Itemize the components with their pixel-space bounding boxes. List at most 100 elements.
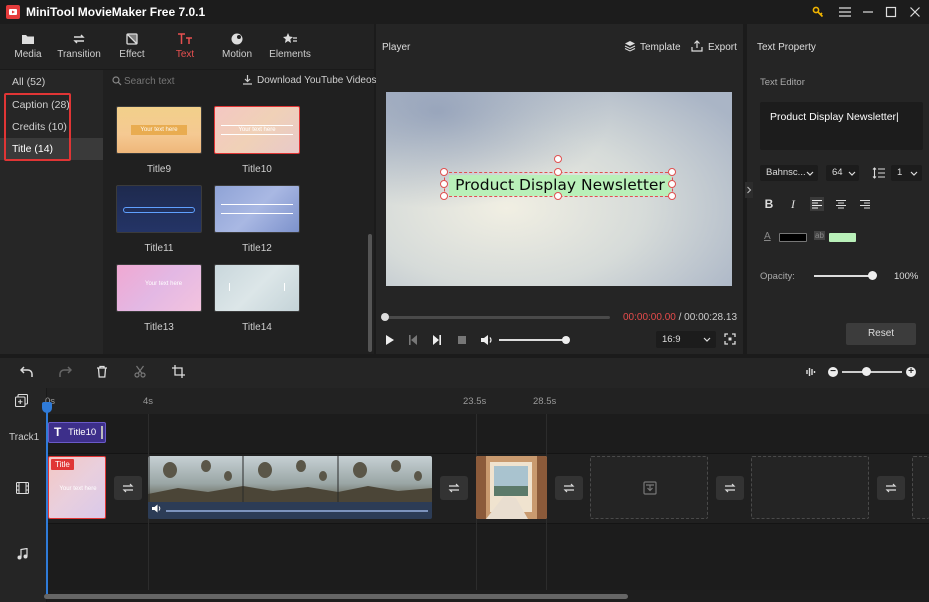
next-frame-icon[interactable] <box>432 334 442 346</box>
transition-slot[interactable] <box>877 476 905 500</box>
menu-icon[interactable] <box>836 3 854 21</box>
clip-volume-icon[interactable] <box>152 504 162 513</box>
zoom-in-icon[interactable]: + <box>906 367 916 377</box>
chevron-down-icon <box>848 171 856 176</box>
resize-handle[interactable] <box>440 192 448 200</box>
resize-handle[interactable] <box>668 192 676 200</box>
transition-slot[interactable] <box>114 476 142 500</box>
resize-handle[interactable] <box>668 180 676 188</box>
playhead-handle[interactable] <box>42 402 52 413</box>
rotate-handle[interactable] <box>554 155 562 163</box>
font-family-dropdown[interactable]: Bahnsc... <box>760 165 818 181</box>
template-thumb-title9[interactable]: Your text here <box>116 106 202 154</box>
template-label: Title12 <box>242 243 272 254</box>
text-color-swatch[interactable] <box>779 233 807 242</box>
video-clip-balloons[interactable] <box>148 456 432 519</box>
zoom-knob[interactable] <box>862 367 871 376</box>
zoom-slider[interactable] <box>842 371 902 373</box>
empty-clip-slot[interactable] <box>912 456 929 519</box>
tab-effect[interactable]: Effect <box>104 31 160 67</box>
app-logo-icon <box>6 5 20 19</box>
search-input[interactable] <box>124 74 224 88</box>
opacity-slider[interactable] <box>814 275 872 277</box>
add-track-icon[interactable] <box>15 394 28 407</box>
template-thumb-title11[interactable] <box>116 185 202 233</box>
template-thumb-title12[interactable] <box>214 185 300 233</box>
timeline-scrollbar[interactable] <box>44 594 628 599</box>
music-note-icon <box>17 548 28 560</box>
text-editor-field[interactable]: Product Display Newsletter| <box>760 102 923 150</box>
panel-collapse-toggle[interactable] <box>745 182 753 198</box>
track-headers <box>0 388 47 602</box>
minimize-icon[interactable] <box>859 3 877 21</box>
undo-icon[interactable] <box>20 366 34 378</box>
volume-slider[interactable] <box>499 339 565 341</box>
download-youtube-link[interactable]: Download YouTube Videos <box>257 75 377 86</box>
film-icon <box>16 482 29 494</box>
line-spacing-dropdown[interactable]: 1 <box>891 165 922 181</box>
transition-slot[interactable] <box>440 476 468 500</box>
export-button[interactable]: Export <box>708 42 737 53</box>
reset-button[interactable]: Reset <box>846 323 916 345</box>
resize-handle[interactable] <box>668 168 676 176</box>
fullscreen-icon[interactable] <box>724 333 736 345</box>
tab-transition[interactable]: Transition <box>51 31 107 67</box>
template-label: Title10 <box>242 164 272 175</box>
volume-icon[interactable] <box>480 334 494 346</box>
transition-slot[interactable] <box>555 476 583 500</box>
tab-elements[interactable]: Elements <box>262 31 318 67</box>
align-center-button[interactable] <box>834 197 848 211</box>
aspect-ratio-dropdown[interactable]: 16:9 <box>656 331 716 348</box>
clip-trim-handle[interactable] <box>101 426 103 439</box>
tab-text[interactable]: Text <box>157 31 213 67</box>
align-right-button[interactable] <box>858 197 872 211</box>
ruler-tick-label: 23.5s <box>463 396 487 407</box>
prev-frame-icon[interactable] <box>408 334 418 346</box>
empty-clip-slot[interactable] <box>590 456 708 519</box>
scissors-icon[interactable] <box>134 365 146 378</box>
video-clip-title[interactable]: Title Your text here <box>48 456 106 519</box>
motion-icon <box>209 31 265 47</box>
video-clip-window[interactable] <box>476 456 547 519</box>
tab-media[interactable]: Media <box>0 31 56 67</box>
tab-motion[interactable]: Motion <box>209 31 265 67</box>
swap-icon <box>563 483 575 493</box>
text-background-swatch[interactable] <box>829 233 856 242</box>
line-spacing-icon <box>872 166 886 180</box>
playback-progress[interactable] <box>385 316 610 319</box>
template-thumb-title13[interactable]: Your text here <box>116 264 202 312</box>
playhead[interactable] <box>46 402 48 598</box>
template-button[interactable]: Template <box>640 42 681 53</box>
resize-handle[interactable] <box>440 168 448 176</box>
volume-knob[interactable] <box>562 336 570 344</box>
template-label: Title14 <box>242 322 272 333</box>
close-icon[interactable] <box>906 3 924 21</box>
crop-icon[interactable] <box>172 365 185 378</box>
italic-button[interactable]: I <box>786 197 800 211</box>
play-icon[interactable] <box>385 334 395 346</box>
align-left-button[interactable] <box>810 197 824 211</box>
bold-button[interactable]: B <box>762 197 776 211</box>
resize-handle[interactable] <box>554 168 562 176</box>
title-clip[interactable]: T Title10 <box>48 422 106 443</box>
maximize-icon[interactable] <box>882 3 900 21</box>
audio-wave-icon[interactable] <box>805 366 817 378</box>
grid-scrollbar[interactable] <box>368 234 372 352</box>
opacity-knob[interactable] <box>868 271 877 280</box>
stop-icon[interactable] <box>457 335 467 345</box>
progress-knob[interactable] <box>381 313 389 321</box>
category-all[interactable]: All (52) <box>0 71 103 93</box>
key-icon[interactable] <box>809 3 827 21</box>
delete-icon[interactable] <box>96 365 108 378</box>
music-track <box>47 524 929 590</box>
empty-clip-slot[interactable] <box>751 456 869 519</box>
redo-icon[interactable] <box>58 366 72 378</box>
zoom-out-icon[interactable]: − <box>828 367 838 377</box>
font-size-dropdown[interactable]: 64 <box>826 165 859 181</box>
resize-handle[interactable] <box>440 180 448 188</box>
transition-slot[interactable] <box>716 476 744 500</box>
elements-icon <box>262 31 318 47</box>
resize-handle[interactable] <box>554 192 562 200</box>
template-thumb-title14[interactable] <box>214 264 300 312</box>
template-thumb-title10[interactable]: Your text here <box>214 106 300 154</box>
